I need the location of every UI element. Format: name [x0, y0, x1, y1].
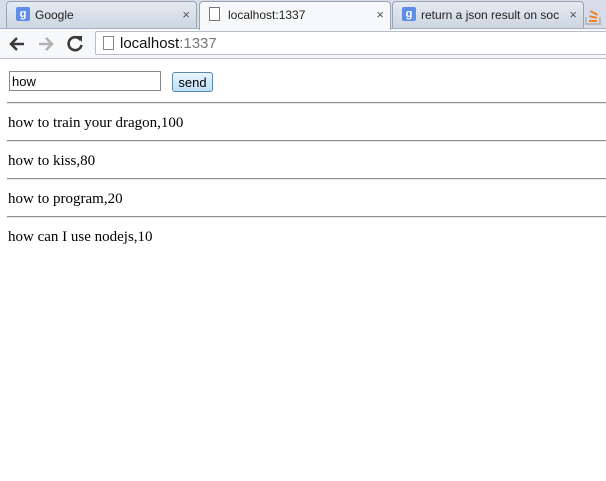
tab-close-icon[interactable]: × [569, 3, 577, 27]
page-icon [103, 36, 114, 50]
send-button[interactable]: send [172, 72, 213, 92]
tab-strip: g Google × localhost:1337 × g return a j… [0, 0, 606, 30]
tab-title: localhost:1337 [228, 8, 306, 22]
forward-icon[interactable] [35, 33, 57, 55]
google-favicon-icon: g [402, 7, 416, 21]
tab-title: Google [35, 8, 74, 22]
tab-close-icon[interactable]: × [376, 3, 384, 27]
back-icon[interactable] [6, 33, 28, 55]
search-input[interactable] [9, 71, 161, 91]
page-icon [209, 7, 220, 21]
stack-overflow-icon[interactable] [582, 3, 606, 27]
address-bar[interactable]: localhost:1337 [95, 31, 606, 55]
divider [7, 216, 606, 218]
result-item: how can I use nodejs,10 [8, 229, 153, 245]
address-url: localhost:1337 [120, 35, 217, 52]
tab-title: return a json result on soc [421, 8, 560, 22]
tab-json-result[interactable]: g return a json result on soc × [392, 1, 584, 28]
url-port: :1337 [179, 35, 217, 52]
tab-localhost[interactable]: localhost:1337 × [199, 1, 391, 30]
divider [7, 140, 606, 142]
tab-google[interactable]: g Google × [6, 1, 197, 28]
page-content: send how to train your dragon,100 how to… [0, 59, 606, 481]
result-item: how to train your dragon,100 [8, 115, 184, 131]
reload-icon[interactable] [64, 33, 86, 55]
divider [7, 102, 606, 104]
tab-close-icon[interactable]: × [182, 3, 190, 27]
divider [7, 178, 606, 180]
result-item: how to program,20 [8, 191, 123, 207]
url-host: localhost [120, 35, 180, 52]
result-item: how to kiss,80 [8, 153, 96, 169]
browser-toolbar: localhost:1337 [0, 29, 606, 59]
google-favicon-icon: g [16, 7, 30, 21]
